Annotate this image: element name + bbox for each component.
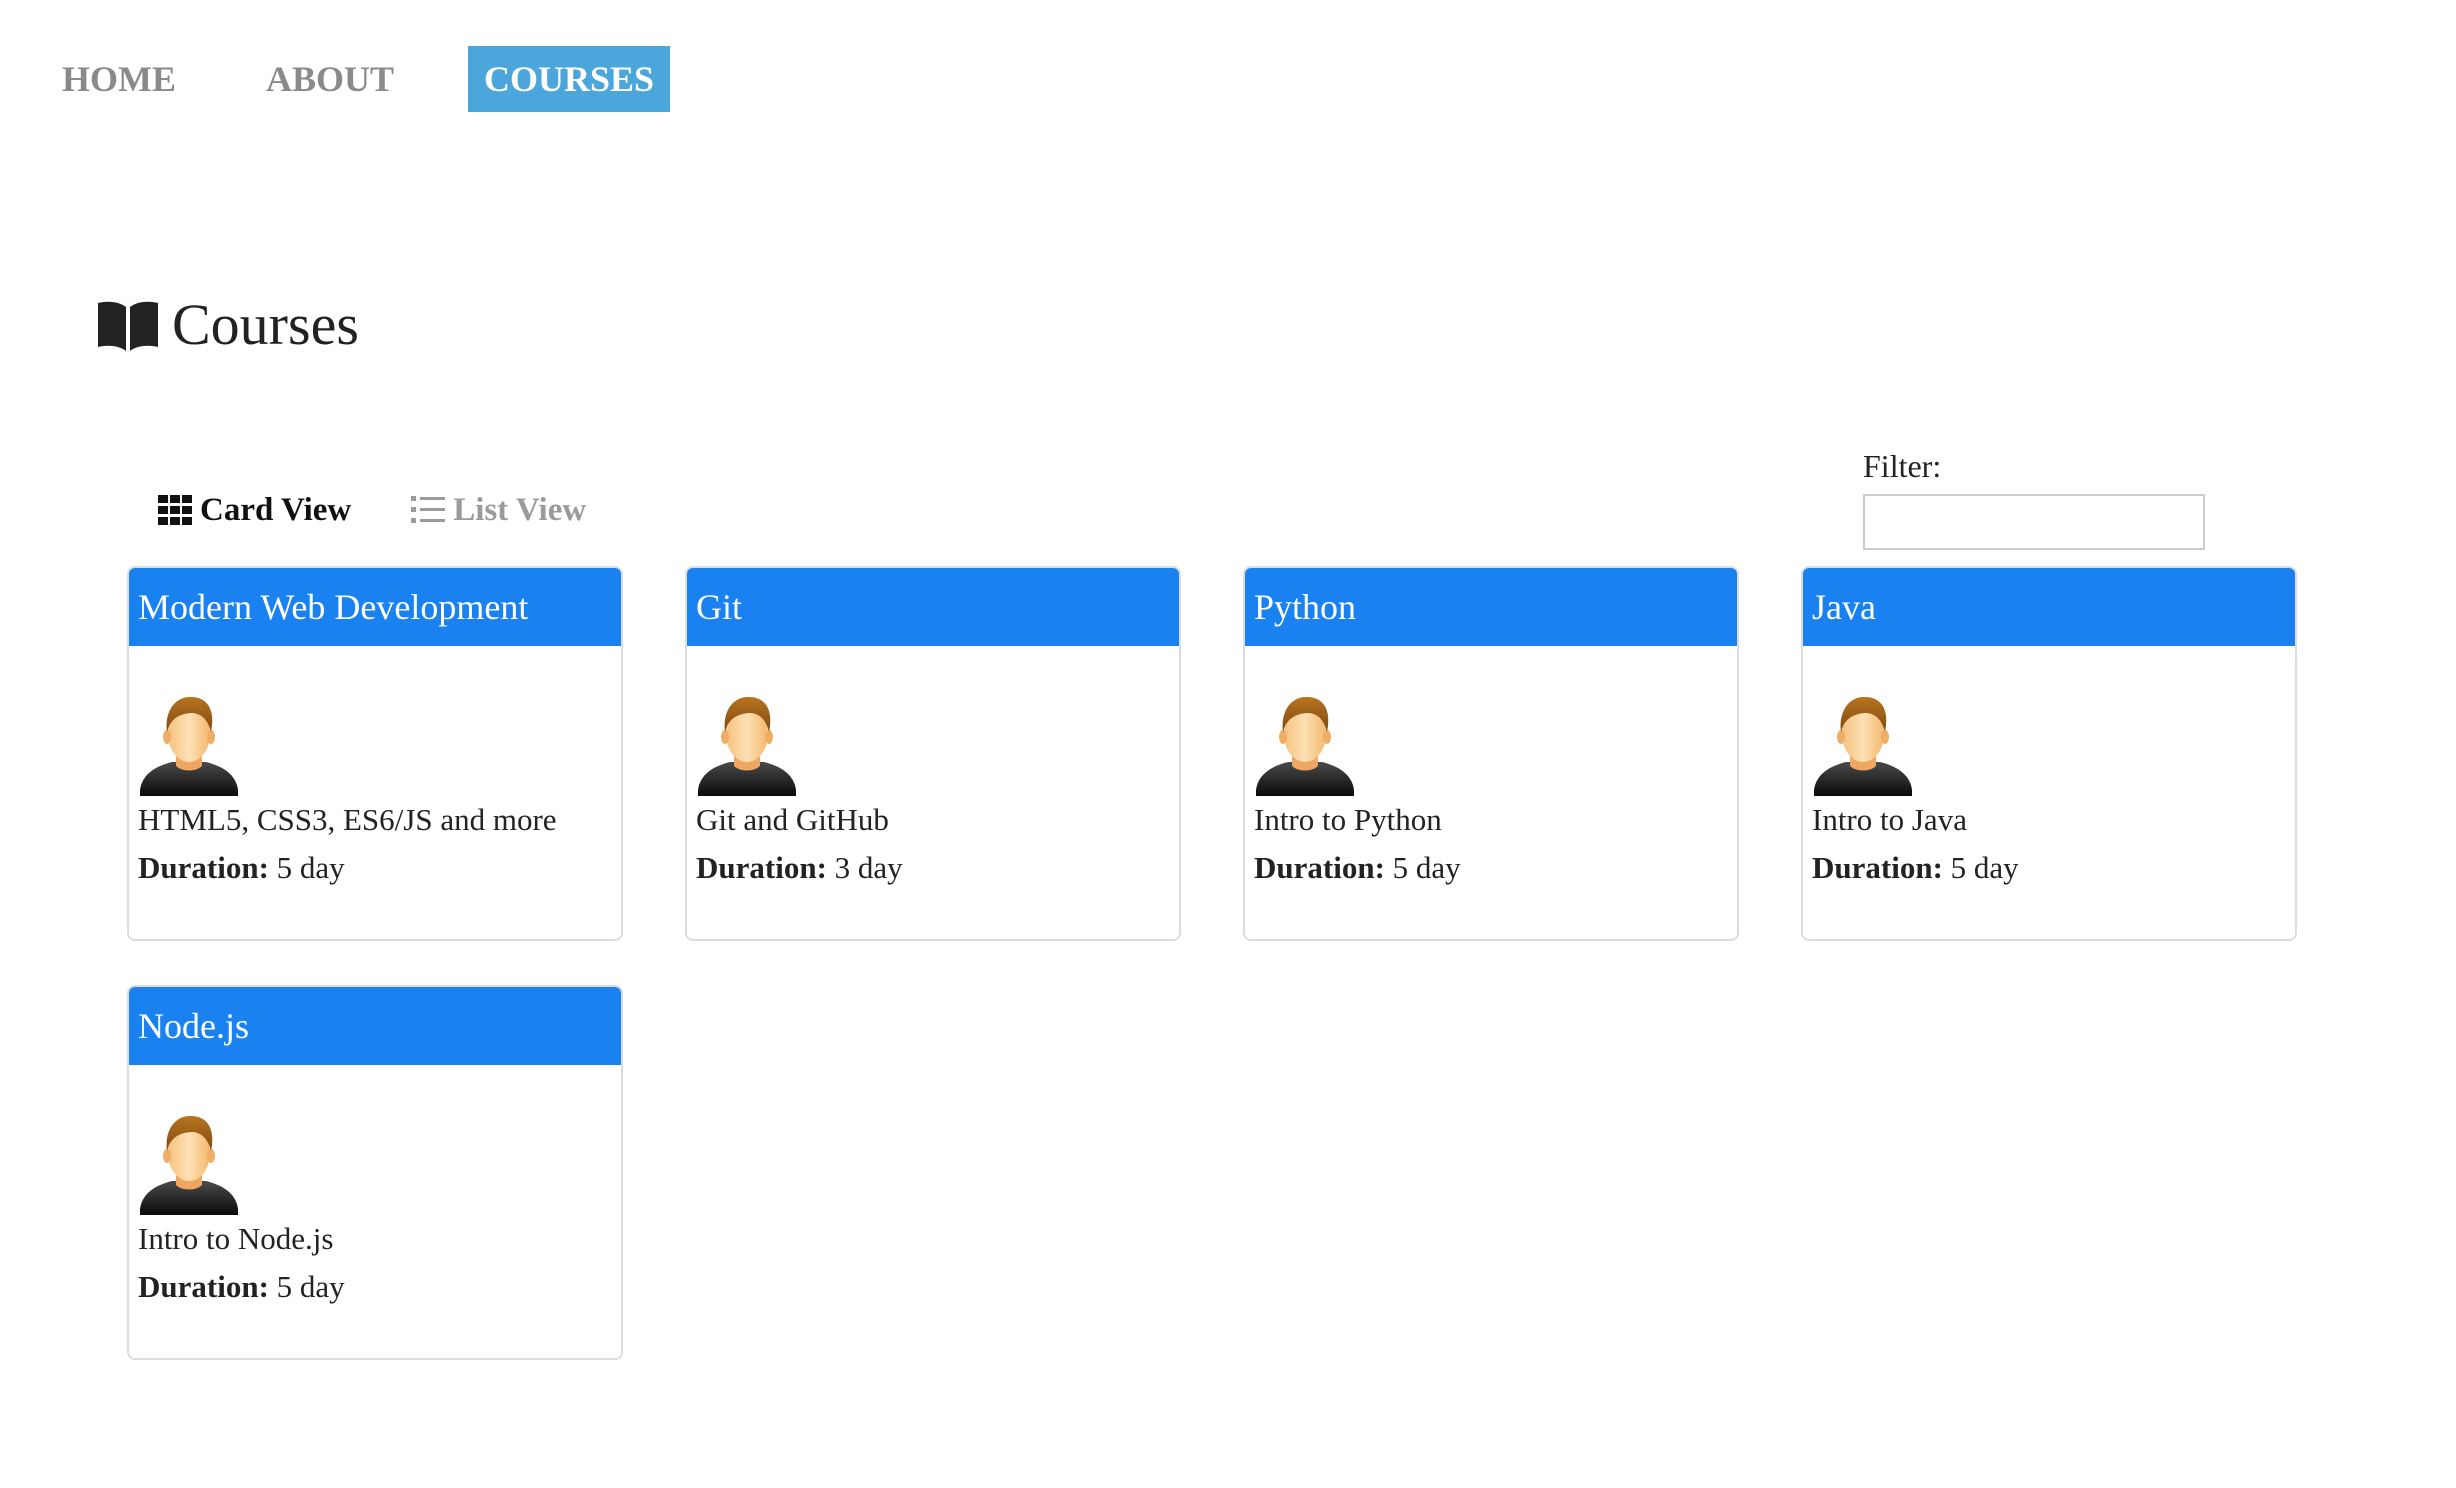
course-card-body: Intro to Java Duration: 5 day	[1803, 646, 2295, 892]
duration-value: 5 day	[1392, 850, 1461, 885]
duration-label: Duration:	[138, 1269, 269, 1304]
nav-home-link[interactable]: HOME	[46, 46, 192, 112]
course-duration: Duration: 5 day	[138, 844, 621, 892]
course-description: Intro to Java	[1812, 802, 1967, 837]
filter-label: Filter:	[1863, 448, 1942, 484]
course-card-title: Git	[687, 568, 1179, 646]
grid-icon	[158, 495, 192, 525]
duration-value: 5 day	[276, 850, 345, 885]
page: HOME ABOUT COURSES Courses Card View Lis…	[0, 0, 2456, 1488]
course-duration: Duration: 3 day	[696, 844, 1179, 892]
course-card[interactable]: Git Git and GitHub Duration: 3 day	[685, 566, 1181, 941]
course-card[interactable]: Node.js Intro to Node.js Duration: 5 day	[127, 985, 623, 1360]
course-description: HTML5, CSS3, ES6/JS and more	[138, 802, 557, 837]
filter-input[interactable]	[1863, 494, 2205, 550]
course-card-body: HTML5, CSS3, ES6/JS and more Duration: 5…	[129, 646, 621, 892]
nav-about-link[interactable]: ABOUT	[250, 46, 410, 112]
instructor-avatar-icon	[138, 1111, 240, 1215]
list-icon	[411, 496, 446, 523]
view-toggle: Card View List View	[158, 488, 646, 532]
course-card[interactable]: Python Intro to Python Duration: 5 day	[1243, 566, 1739, 941]
top-nav: HOME ABOUT COURSES	[46, 46, 671, 112]
card-view-label: Card View	[200, 492, 352, 528]
book-icon	[98, 301, 158, 351]
duration-value: 5 day	[276, 1269, 345, 1304]
course-duration: Duration: 5 day	[138, 1263, 621, 1311]
course-card[interactable]: Java Intro to Java Duration: 5 day	[1801, 566, 2297, 941]
course-description: Intro to Node.js	[138, 1221, 334, 1256]
course-duration: Duration: 5 day	[1812, 844, 2295, 892]
instructor-avatar-icon	[1254, 692, 1356, 796]
course-card-title: Modern Web Development	[129, 568, 621, 646]
duration-label: Duration:	[1254, 850, 1385, 885]
course-duration: Duration: 5 day	[1254, 844, 1737, 892]
duration-label: Duration:	[138, 850, 269, 885]
course-card-body: Git and GitHub Duration: 3 day	[687, 646, 1179, 892]
course-card-title: Java	[1803, 568, 2295, 646]
duration-label: Duration:	[696, 850, 827, 885]
list-view-label: List View	[453, 492, 587, 528]
page-heading: Courses	[96, 290, 359, 360]
course-card-title: Python	[1245, 568, 1737, 646]
course-card-title: Node.js	[129, 987, 621, 1065]
course-description: Git and GitHub	[696, 802, 889, 837]
instructor-avatar-icon	[1812, 692, 1914, 796]
duration-label: Duration:	[1812, 850, 1943, 885]
filter: Filter:	[1863, 446, 2205, 550]
course-description: Intro to Python	[1254, 802, 1442, 837]
course-card-body: Intro to Node.js Duration: 5 day	[129, 1065, 621, 1311]
course-card[interactable]: Modern Web Development HTML5, CSS3, ES6/…	[127, 566, 623, 941]
page-title: Courses	[172, 292, 359, 357]
instructor-avatar-icon	[138, 692, 240, 796]
instructor-avatar-icon	[696, 692, 798, 796]
duration-value: 5 day	[1950, 850, 2019, 885]
duration-value: 3 day	[834, 850, 903, 885]
course-card-body: Intro to Python Duration: 5 day	[1245, 646, 1737, 892]
list-view-button[interactable]: List View	[411, 488, 586, 532]
card-view-button[interactable]: Card View	[158, 488, 351, 532]
nav-courses-link[interactable]: COURSES	[468, 46, 671, 112]
